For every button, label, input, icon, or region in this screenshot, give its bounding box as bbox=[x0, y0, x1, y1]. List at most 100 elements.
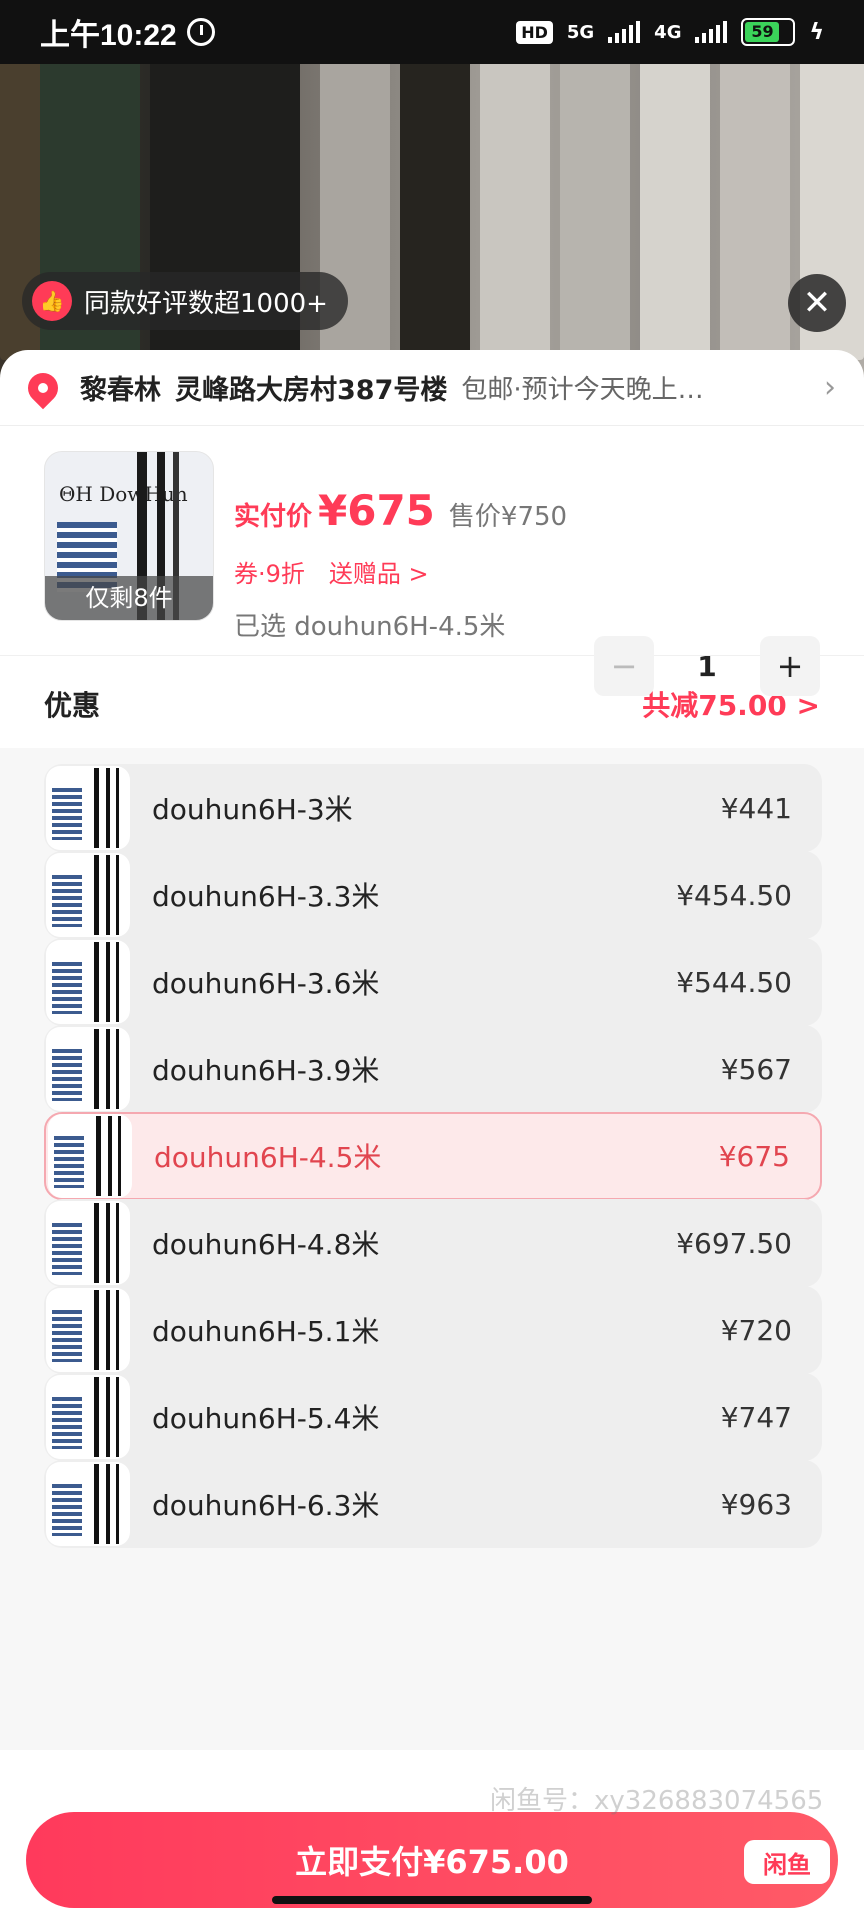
checkout-sheet: 黎春林 灵峰路大房村387号楼 包邮·预计今天晚上… › ΘH DowHun 仅… bbox=[0, 350, 864, 1920]
battery-icon: 59 bbox=[741, 18, 796, 46]
mini-rod-graphic bbox=[94, 1464, 99, 1544]
variant-thumbnail bbox=[46, 1201, 130, 1285]
xianyu-logo: 闲鱼 bbox=[744, 1840, 830, 1884]
variant-option[interactable]: douhun6H-6.3米 ¥963 bbox=[44, 1460, 822, 1548]
location-pin-icon bbox=[21, 366, 65, 409]
close-icon: ✕ bbox=[802, 283, 832, 323]
alarm-icon bbox=[186, 18, 215, 46]
signal-4g-icon bbox=[695, 21, 728, 43]
variant-option[interactable]: douhun6H-5.4米 ¥747 bbox=[44, 1373, 822, 1461]
quantity-stepper: − 1 + bbox=[594, 636, 820, 696]
mini-rod-graphic bbox=[94, 768, 99, 848]
mini-spec-table bbox=[52, 1049, 82, 1101]
watermark-text: 闲鱼号：xy3268830745​65 bbox=[490, 1786, 824, 1816]
variant-name: douhun6H-5.4米 bbox=[152, 1402, 380, 1435]
status-time: 上午10:22 bbox=[40, 19, 177, 52]
gift-link[interactable]: 送赠品 > bbox=[329, 554, 429, 589]
variant-name: douhun6H-5.1米 bbox=[152, 1315, 380, 1348]
mini-rod-graphic bbox=[106, 1029, 110, 1109]
mini-rod-graphic bbox=[116, 942, 119, 1022]
network-5g-label: 5G bbox=[566, 21, 595, 43]
address-row[interactable]: 黎春林 灵峰路大房村387号楼 包邮·预计今天晚上… › bbox=[0, 350, 864, 426]
mini-rod-graphic bbox=[94, 942, 99, 1022]
address-text: 灵峰路大房村387号楼 bbox=[175, 375, 448, 406]
variant-thumbnail bbox=[46, 853, 130, 937]
status-indicators: HD 5G 4G 59 ϟ bbox=[516, 18, 824, 46]
mini-rod-graphic bbox=[94, 1377, 99, 1457]
variant-name: douhun6H-3米 bbox=[152, 793, 353, 826]
mini-rod-graphic bbox=[106, 1203, 110, 1283]
variant-option[interactable]: douhun6H-3米 ¥441 bbox=[44, 764, 822, 852]
variant-thumbnail bbox=[46, 766, 130, 850]
selected-variant-text: 已选 douhun6H-4.5米 bbox=[234, 612, 506, 642]
image-brand-logo: ΘH DowHun bbox=[59, 482, 188, 506]
variant-name: douhun6H-3.6米 bbox=[152, 967, 380, 1000]
mini-rod-graphic bbox=[116, 1203, 119, 1283]
mini-rod-graphic bbox=[116, 1464, 119, 1544]
mini-rod-graphic bbox=[116, 768, 119, 848]
mini-rod-graphic bbox=[116, 855, 119, 935]
variant-name: douhun6H-4.5米 bbox=[154, 1141, 382, 1174]
variant-option[interactable]: douhun6H-5.1米 ¥720 bbox=[44, 1286, 822, 1374]
price-line: 实付价 ¥675 售价¥750 bbox=[234, 486, 567, 535]
mini-rod-graphic bbox=[106, 1464, 110, 1544]
mini-spec-table bbox=[52, 788, 82, 840]
mini-rod-graphic bbox=[106, 855, 110, 935]
variant-price: ¥567 bbox=[720, 1052, 792, 1086]
pay-now-button[interactable]: 立即支付¥675.00 bbox=[26, 1812, 838, 1908]
discount-label: 优惠 bbox=[44, 689, 101, 722]
mini-spec-table bbox=[52, 1397, 82, 1449]
variant-list: douhun6H-3米 ¥441 douhun6H-3.3米 ¥454.50 douhu… bbox=[0, 748, 864, 1750]
hd-badge: HD bbox=[516, 20, 553, 44]
variant-option[interactable]: douhun6H-3.6米 ¥544.50 bbox=[44, 938, 822, 1026]
close-button[interactable]: ✕ bbox=[788, 274, 846, 332]
mini-spec-table bbox=[52, 962, 82, 1014]
mini-rod-graphic bbox=[106, 1377, 110, 1457]
variant-thumbnail bbox=[46, 1375, 130, 1459]
network-4g-label: 4G bbox=[654, 21, 682, 43]
variant-option[interactable]: douhun6H-3.9米 ¥567 bbox=[44, 1025, 822, 1113]
increase-button[interactable]: + bbox=[760, 636, 820, 696]
product-image[interactable]: ΘH DowHun 仅剩8件 bbox=[44, 451, 214, 621]
quantity-value[interactable]: 1 bbox=[654, 650, 760, 683]
mini-rod-graphic bbox=[106, 1290, 110, 1370]
variant-name: douhun6H-6.3米 bbox=[152, 1489, 380, 1522]
product-summary: ΘH DowHun 仅剩8件 实付价 ¥675 售价¥750 券·9折 送赠品 … bbox=[0, 426, 864, 696]
mini-rod-graphic bbox=[116, 1377, 119, 1457]
bottom-bar: 立即支付¥675.00 闲鱼 bbox=[0, 1750, 864, 1920]
recipient-name: 黎春林 bbox=[80, 375, 161, 406]
variant-price: ¥963 bbox=[720, 1487, 792, 1521]
price-label: 实付价 bbox=[234, 502, 313, 532]
mini-spec-table bbox=[52, 1310, 82, 1362]
mini-rod-graphic bbox=[94, 1290, 99, 1370]
original-price: 售价¥750 bbox=[448, 502, 568, 532]
battery-level: 59 bbox=[745, 22, 780, 42]
coupon-tag[interactable]: 券·9折 bbox=[234, 554, 305, 589]
signal-5g-icon bbox=[608, 21, 641, 43]
variant-price: ¥454.50 bbox=[676, 878, 792, 912]
variant-name: douhun6H-3.3米 bbox=[152, 880, 380, 913]
variant-thumbnail bbox=[46, 1027, 130, 1111]
chevron-right-icon: › bbox=[824, 370, 836, 405]
variant-option[interactable]: douhun6H-4.5米 ¥675 bbox=[44, 1112, 822, 1200]
mini-rod-graphic bbox=[94, 855, 99, 935]
variant-name: douhun6H-4.8米 bbox=[152, 1228, 380, 1261]
mini-rod-graphic bbox=[96, 1116, 101, 1196]
decrease-button[interactable]: − bbox=[594, 636, 654, 696]
home-indicator[interactable] bbox=[272, 1896, 592, 1904]
promo-tags: 券·9折 送赠品 > bbox=[234, 554, 429, 589]
review-text: 同款好评数超1000+ bbox=[84, 288, 328, 319]
mini-spec-table bbox=[54, 1136, 84, 1188]
variant-price: ¥747 bbox=[720, 1400, 792, 1434]
mini-spec-table bbox=[52, 1223, 82, 1275]
mini-rod-graphic bbox=[116, 1029, 119, 1109]
mini-rod-graphic bbox=[94, 1203, 99, 1283]
status-bar: 上午10:22 HD 5G 4G 59 ϟ bbox=[0, 0, 864, 64]
charging-icon: ϟ bbox=[809, 19, 824, 45]
mini-rod-graphic bbox=[94, 1029, 99, 1109]
variant-price: ¥720 bbox=[720, 1313, 792, 1347]
variant-thumbnail bbox=[46, 1462, 130, 1546]
variant-price: ¥441 bbox=[720, 791, 792, 825]
variant-option[interactable]: douhun6H-3.3米 ¥454.50 bbox=[44, 851, 822, 939]
variant-option[interactable]: douhun6H-4.8米 ¥697.50 bbox=[44, 1199, 822, 1287]
